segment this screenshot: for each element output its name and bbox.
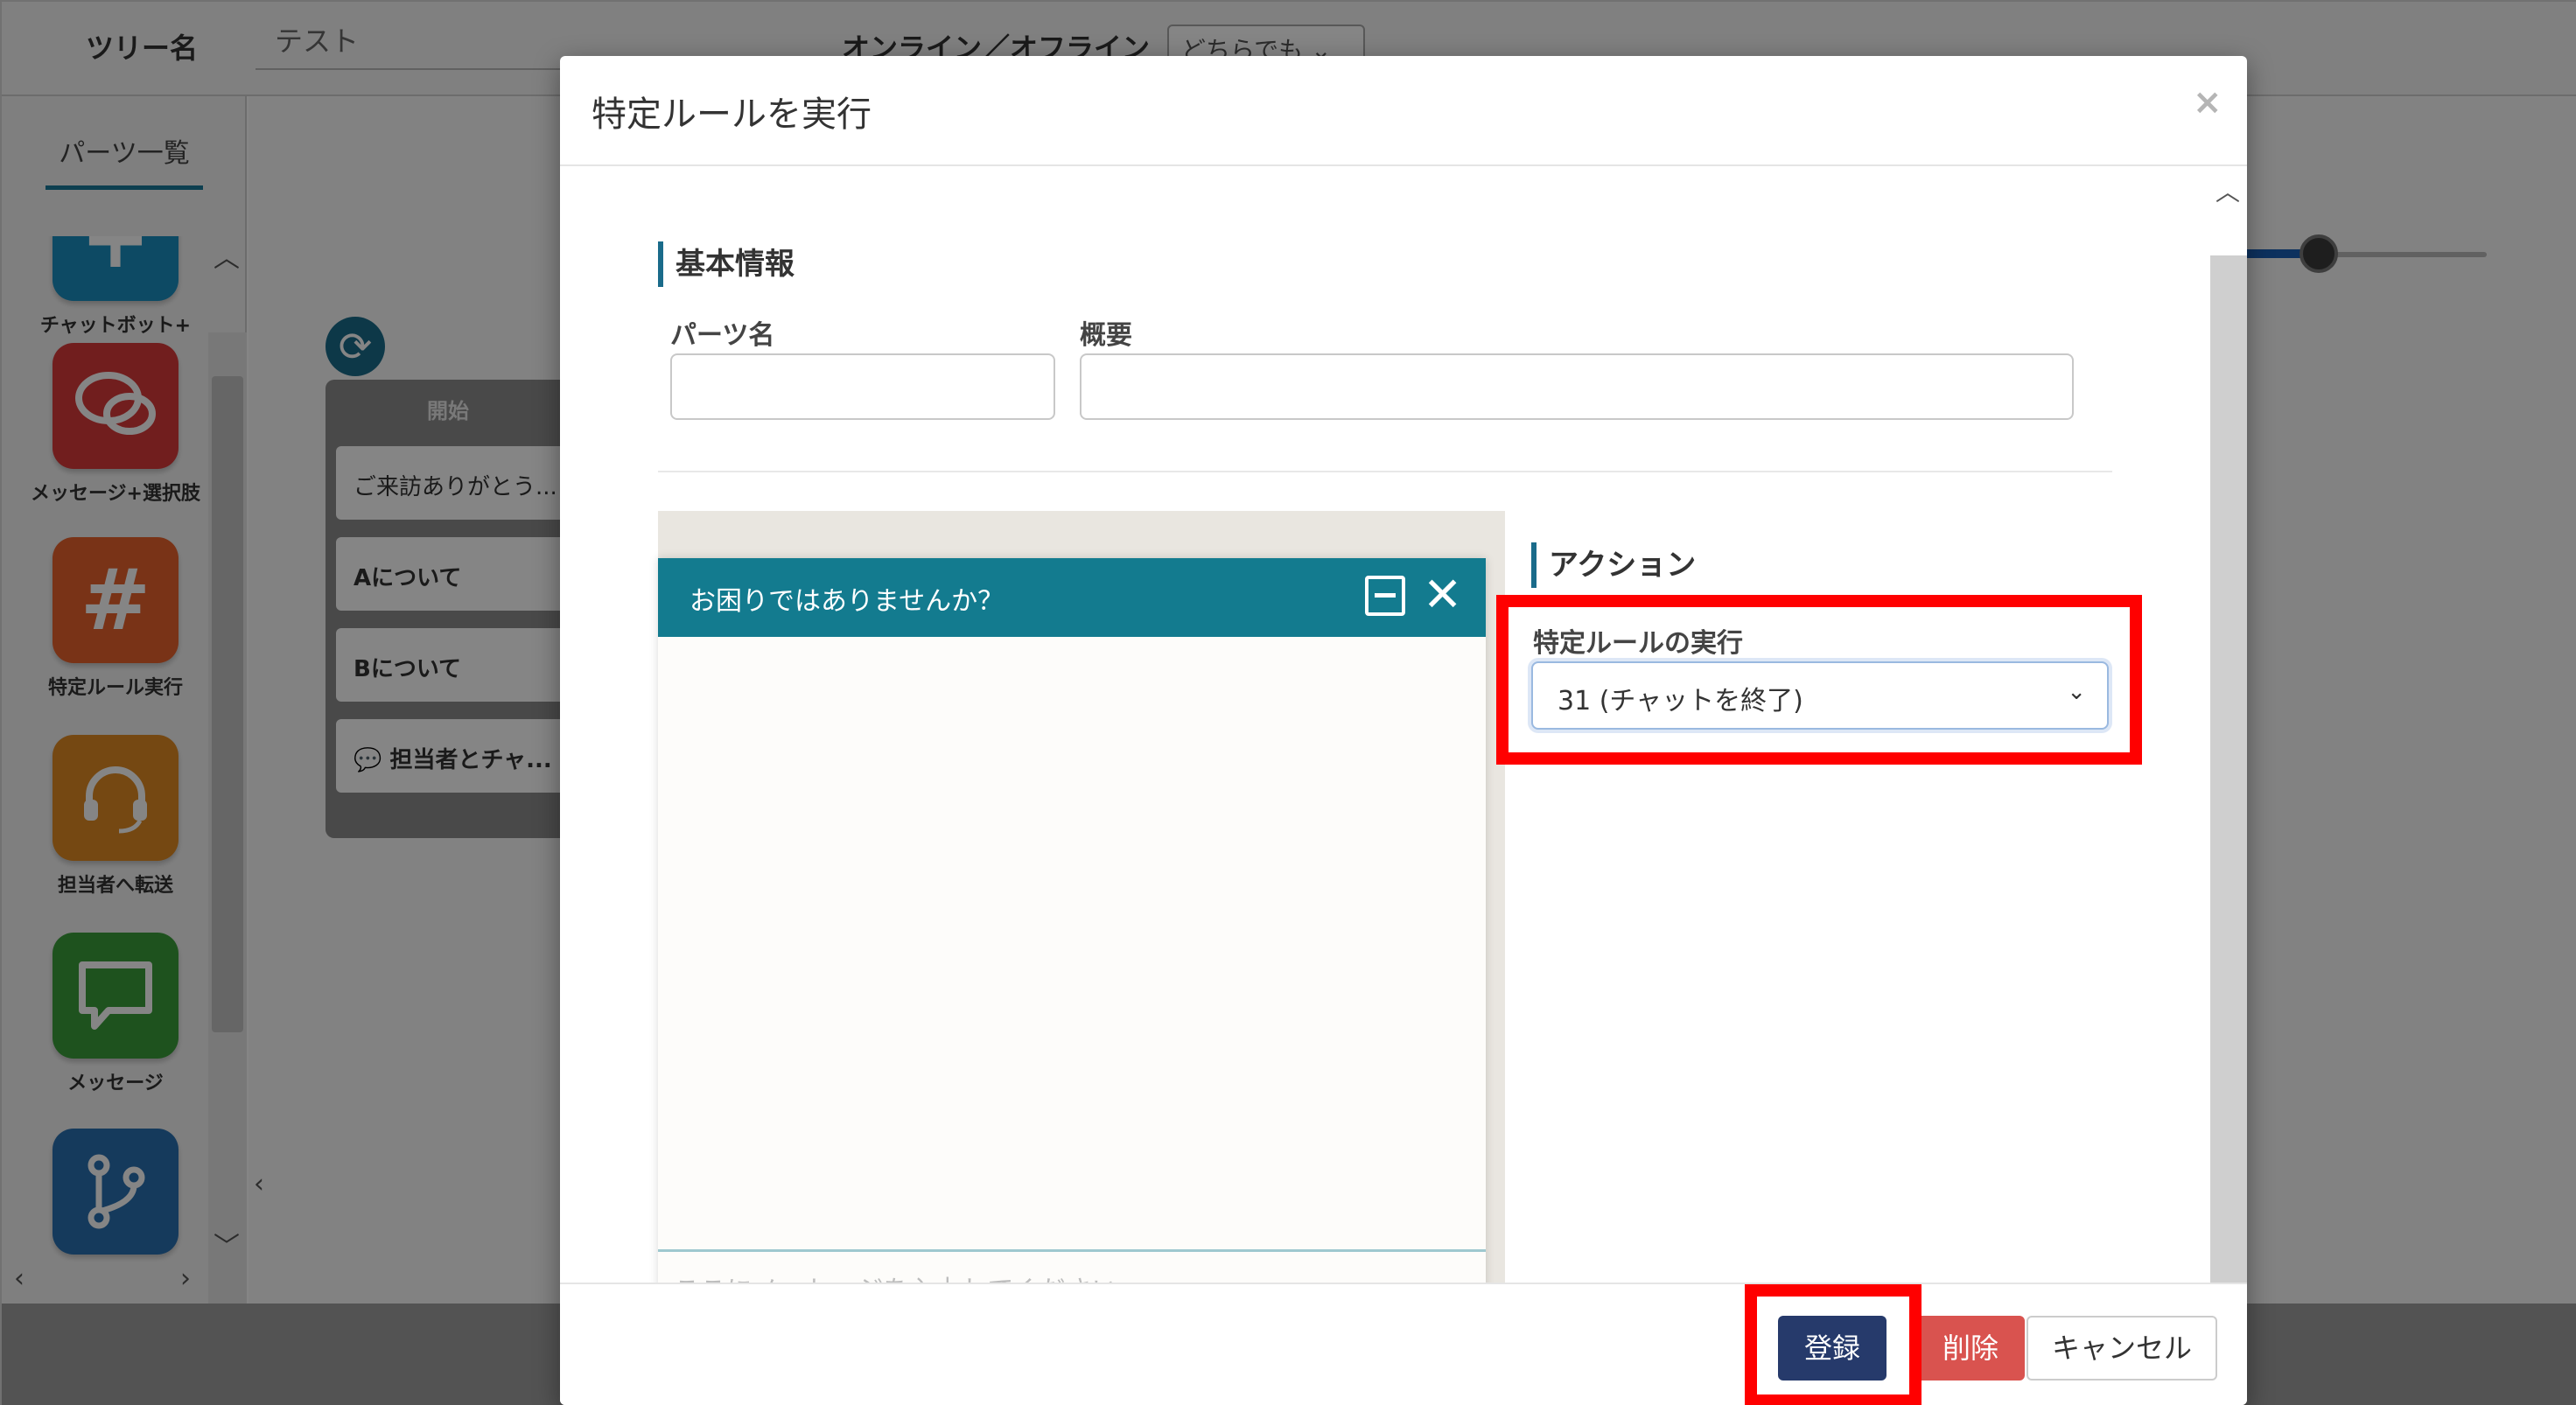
modal-scrollbar[interactable]: ︿ [2210,168,2247,1283]
summary-label: 概要 [1080,320,1132,351]
delete-button[interactable]: 削除 [1916,1316,2025,1381]
rule-exec-modal: 特定ルールを実行 × 基本情報 パーツ名 概要 お困りではありませんか？ ✕ こ… [560,56,2247,1405]
chat-input-divider [658,1249,1486,1252]
summary-input[interactable] [1080,353,2074,420]
section-divider [658,471,2112,472]
chat-header: お困りではありませんか？ ✕ [658,558,1486,637]
highlight-box-rule [1496,595,2142,765]
cancel-button[interactable]: キャンセル [2026,1316,2217,1381]
modal-title: 特定ルールを実行 [592,94,872,135]
modal-header: 特定ルールを実行 × [560,56,2247,166]
parts-name-label: パーツ名 [670,320,775,351]
chat-close-icon[interactable]: ✕ [1423,567,1462,622]
modal-body: 基本情報 パーツ名 概要 お困りではありませんか？ ✕ ここにメッセージを入力し… [560,168,2210,1283]
chat-message-input[interactable]: ここにメッセージを入力してください [674,1269,1118,1283]
chat-widget-preview: お困りではありませんか？ ✕ ここにメッセージを入力してください 送信 [658,558,1486,1283]
basic-info-heading: 基本情報 [658,241,794,287]
highlight-box-register [1745,1284,1922,1405]
close-icon[interactable]: × [2193,82,2222,122]
minimize-icon[interactable] [1365,576,1405,616]
modal-footer: 登録 削除 キャンセル [560,1283,2247,1405]
modal-scroll-thumb[interactable] [2210,255,2247,1283]
modal-scroll-up-icon[interactable]: ︿ [2216,173,2240,208]
chat-title: お困りではありませんか？ [690,586,1004,617]
parts-name-input[interactable] [670,353,1055,420]
action-heading: アクション [1531,542,1696,588]
